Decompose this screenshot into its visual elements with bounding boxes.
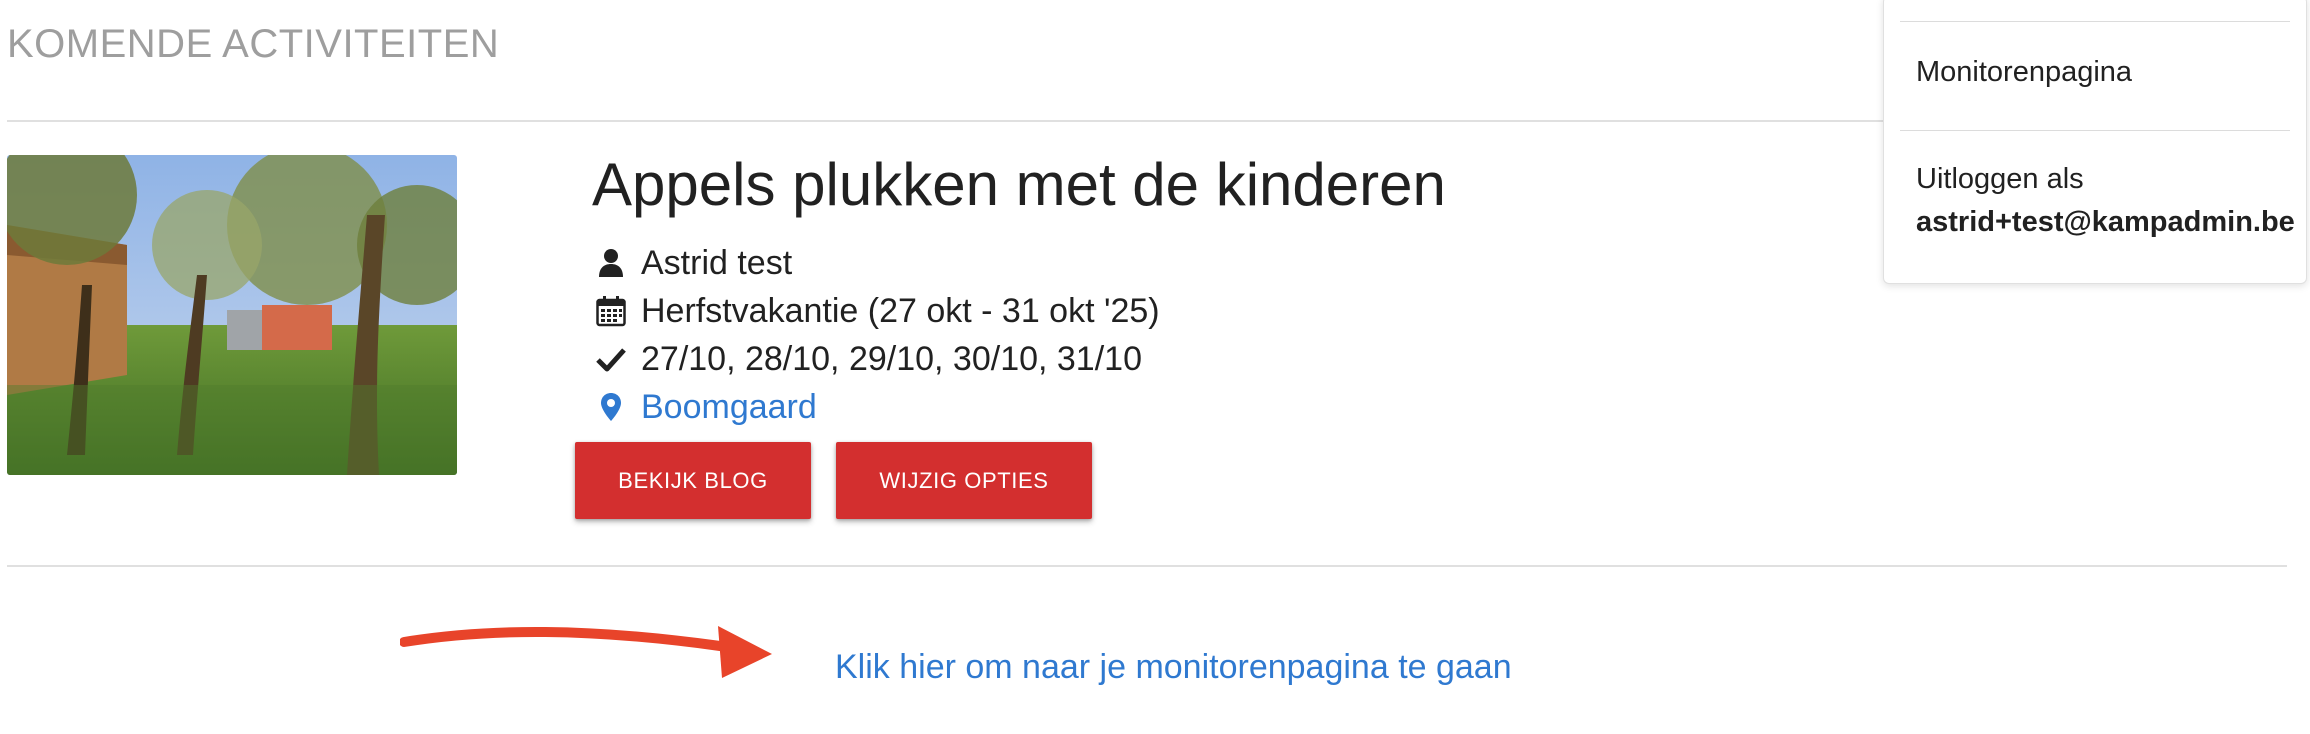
person-name: Astrid test [641,243,793,282]
map-pin-icon [595,391,627,423]
user-icon [595,247,627,279]
activity-person: Astrid test [595,240,792,286]
orchard-photo [7,155,457,475]
period-text: Herfstvakantie (27 okt - 31 okt '25) [641,291,1160,330]
logout-email: astrid+test@kampadmin.be [1916,206,2295,238]
logout-label: Uitloggen als [1916,163,2084,195]
activity-dates: 27/10, 28/10, 29/10, 30/10, 31/10 [595,336,1142,382]
activity-image[interactable] [7,155,457,475]
dropdown-divider [1900,130,2290,131]
monitor-page-link[interactable]: Klik hier om naar je monitorenpagina te … [835,648,1512,687]
dropdown-divider [1900,21,2290,22]
activity-title: Appels plukken met de kinderen [592,151,1446,218]
activity-period: Herfstvakantie (27 okt - 31 okt '25) [595,288,1160,334]
dropdown-item-logout[interactable]: Uitloggen als astrid+test@kampadmin.be [1916,163,2295,239]
check-icon [595,343,627,375]
section-divider [7,565,2287,567]
location-link[interactable]: Boomgaard [641,388,817,427]
dates-text: 27/10, 28/10, 29/10, 30/10, 31/10 [641,339,1142,378]
arrow-annotation-icon [400,626,772,678]
dropdown-item-monitorenpagina[interactable]: Monitorenpagina [1916,56,2132,89]
activity-location[interactable]: Boomgaard [595,384,817,430]
change-options-button[interactable]: WIJZIG OPTIES [836,442,1092,519]
section-title: KOMENDE ACTIVITEITEN [7,22,500,66]
view-blog-button[interactable]: BEKIJK BLOG [575,442,811,519]
user-dropdown-menu: Monitorenpagina Uitloggen als astrid+tes… [1883,0,2307,284]
calendar-icon [595,295,627,327]
